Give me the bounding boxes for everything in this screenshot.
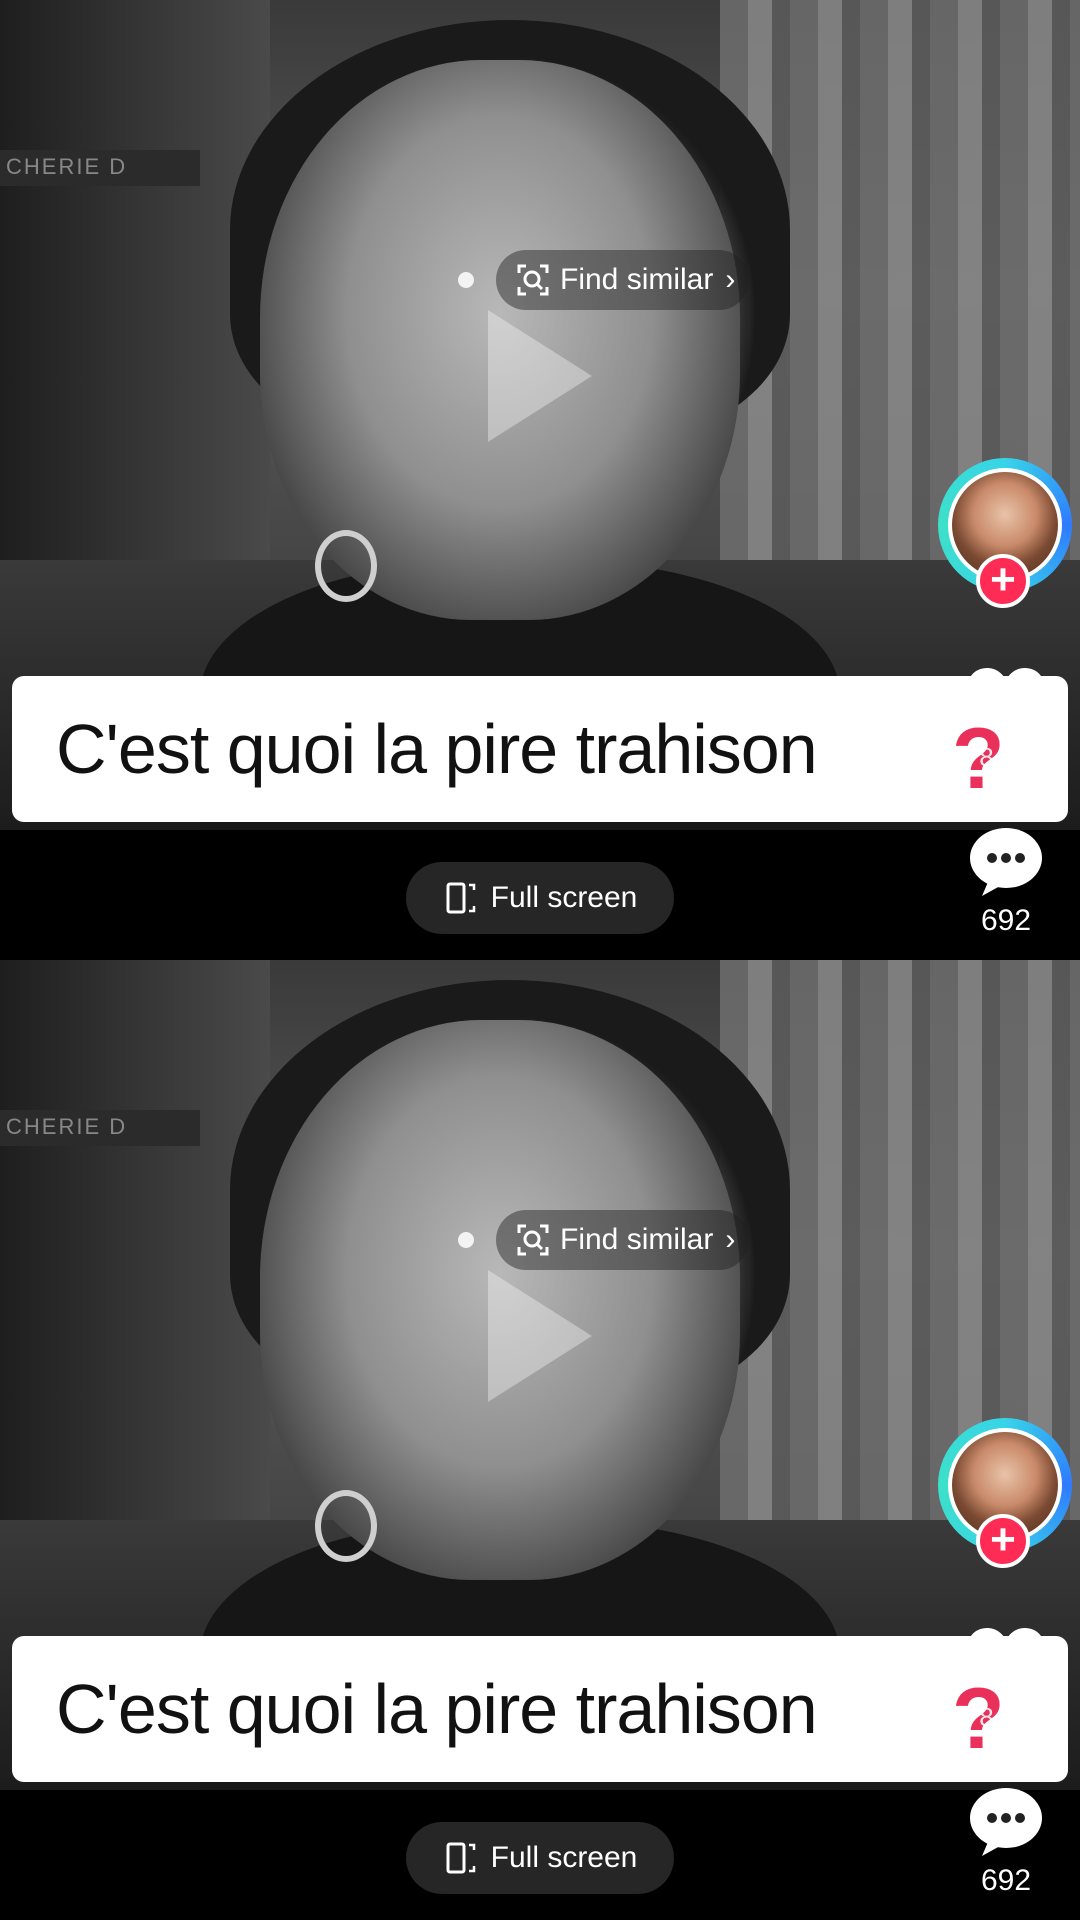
video-caption: C'est quoi la pire trahison ? [12, 1636, 1068, 1782]
fullscreen-icon [446, 882, 475, 914]
plus-icon: + [990, 1515, 1016, 1564]
progress-dot [458, 1232, 474, 1248]
find-similar-button[interactable]: Find similar › [496, 250, 750, 310]
video-panel-top: CHERIE D Find similar › C'est quoi la pi… [0, 0, 1080, 960]
caption-text: C'est quoi la pire trahison [56, 1670, 818, 1748]
background-sign: CHERIE D [0, 1110, 200, 1146]
comment-count: 692 [980, 1864, 1032, 1897]
follow-button[interactable]: + [976, 554, 1030, 608]
fullscreen-button[interactable]: Full screen [406, 1822, 674, 1894]
subject-earring [315, 1490, 377, 1562]
chevron-right-icon: › [725, 1223, 736, 1256]
find-similar-label: Find similar [560, 263, 714, 296]
heart-icon[interactable] [966, 666, 1046, 738]
chevron-right-icon: › [725, 263, 736, 296]
play-icon[interactable] [488, 310, 592, 442]
play-icon[interactable] [488, 1270, 592, 1402]
comment-icon[interactable] [968, 826, 1044, 898]
caption-text: C'est quoi la pire trahison [56, 710, 818, 788]
like-count: 8.8K [979, 1702, 1033, 1732]
progress-dot [458, 272, 474, 288]
search-similar-icon [517, 1224, 549, 1256]
screen: CHERIE D Find similar › C'est quoi la pi… [0, 0, 1080, 1920]
fullscreen-button[interactable]: Full screen [406, 862, 674, 934]
comment-icon[interactable] [968, 1786, 1044, 1858]
subject-earring [315, 530, 377, 602]
fullscreen-icon [446, 1842, 475, 1874]
find-similar-label: Find similar [560, 1223, 714, 1256]
heart-icon[interactable] [966, 1626, 1046, 1698]
plus-icon: + [990, 555, 1016, 604]
video-panel-bottom: CHERIE D Find similar › C'est quoi la pi… [0, 960, 1080, 1920]
fullscreen-label: Full screen [490, 1841, 638, 1874]
follow-button[interactable]: + [976, 1514, 1030, 1568]
fullscreen-label: Full screen [490, 881, 638, 914]
find-similar-button[interactable]: Find similar › [496, 1210, 750, 1270]
comment-count: 692 [980, 904, 1032, 937]
background-sign: CHERIE D [0, 150, 200, 186]
like-count: 8.8K [979, 742, 1033, 772]
video-caption: C'est quoi la pire trahison ? [12, 676, 1068, 822]
search-similar-icon [517, 264, 549, 296]
